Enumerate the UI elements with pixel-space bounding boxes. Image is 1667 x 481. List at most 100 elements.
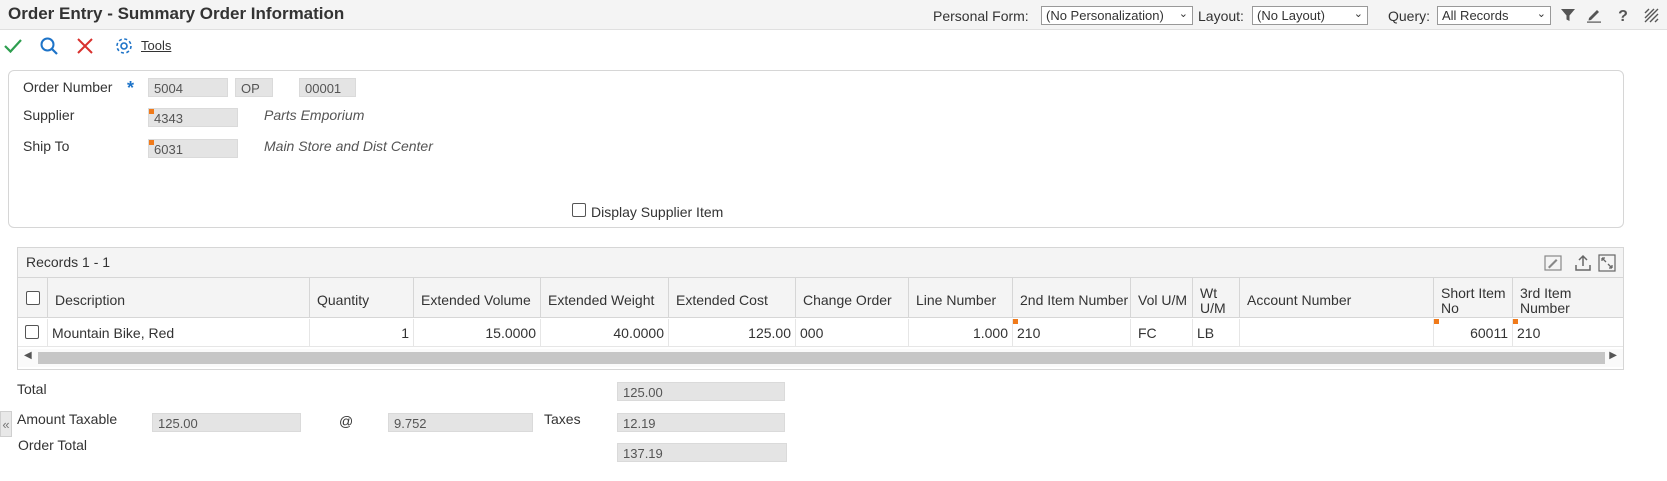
amount-taxable-field: 125.00 (152, 413, 301, 432)
supplier-label: Supplier (23, 107, 75, 123)
order-total-label: Order Total (18, 437, 87, 453)
tools-label[interactable]: Tools (141, 38, 171, 53)
select-all-column (18, 278, 48, 318)
scrollbar-thumb[interactable] (38, 352, 1605, 364)
collapse-panel-icon[interactable]: « (0, 411, 12, 437)
cell-3rd-item-number-value: 210 (1517, 325, 1541, 341)
supplier-field[interactable]: 4343 (148, 108, 238, 127)
cell-extended-volume[interactable]: 15.0000 (414, 319, 541, 347)
col-wt-um[interactable]: Wt U/M (1193, 278, 1240, 318)
cell-change-order[interactable]: 000 (796, 319, 909, 347)
toolbar: Tools (0, 31, 1667, 61)
col-description[interactable]: Description (48, 278, 310, 318)
col-extended-weight[interactable]: Extended Weight (541, 278, 669, 318)
display-supplier-item-label: Display Supplier Item (591, 204, 724, 220)
ship-to-label: Ship To (23, 138, 70, 154)
flag-marker (1013, 319, 1018, 324)
supplier-value: 4343 (154, 111, 183, 126)
col-quantity[interactable]: Quantity (310, 278, 414, 318)
select-all-checkbox[interactable] (25, 291, 40, 305)
cell-quantity[interactable]: 1 (310, 319, 414, 347)
ship-to-field[interactable]: 6031 (148, 139, 238, 158)
grid-toolbar: Records 1 - 1 (18, 248, 1623, 278)
layout-select[interactable]: (No Layout) ⌄ (1252, 6, 1368, 25)
cell-2nd-item-number[interactable]: 210 (1013, 319, 1131, 347)
tax-rate-field: 9.752 (388, 413, 533, 432)
col-short-item-no[interactable]: Short Item No (1434, 278, 1513, 318)
col-extended-volume[interactable]: Extended Volume (414, 278, 541, 318)
personal-form-select[interactable]: (No Personalization) ⌄ (1041, 6, 1193, 25)
cell-description[interactable]: Mountain Bike, Red (48, 319, 310, 347)
search-icon (40, 37, 58, 55)
flag-marker (1434, 319, 1439, 324)
chevron-down-icon: ⌄ (1353, 8, 1363, 20)
ok-button[interactable] (2, 35, 24, 57)
col-2nd-item-number[interactable]: 2nd Item Number (1013, 278, 1131, 318)
cell-3rd-item-number[interactable]: 210 (1513, 319, 1625, 347)
svg-text:?: ? (1618, 8, 1628, 23)
cell-vol-um[interactable]: FC (1131, 319, 1193, 347)
scroll-right-icon[interactable]: ▶ (1609, 350, 1617, 361)
maximize-grid-icon[interactable] (1596, 252, 1618, 274)
col-vol-um[interactable]: Vol U/M (1131, 278, 1193, 318)
edit-icon[interactable] (1584, 5, 1604, 25)
grid-header-row: Description Quantity Extended Volume Ext… (18, 278, 1623, 318)
query-select[interactable]: All Records ⌄ (1437, 6, 1551, 25)
chevron-down-icon: ⌄ (1178, 8, 1188, 20)
taxes-field: 12.19 (617, 413, 785, 432)
export-icon[interactable] (1572, 252, 1594, 274)
tools-button[interactable] (113, 35, 135, 57)
total-label: Total (17, 381, 47, 397)
row-select-checkbox[interactable] (25, 325, 39, 339)
query-label: Query: (1388, 8, 1431, 24)
supplier-name: Parts Emporium (264, 107, 365, 123)
stripes-icon[interactable] (1641, 5, 1661, 25)
flag-marker (149, 109, 154, 114)
cell-account-number[interactable] (1240, 319, 1434, 347)
gear-icon (116, 38, 132, 54)
row-select-cell (18, 319, 48, 347)
cell-short-item-no-value: 60011 (1470, 325, 1508, 341)
order-company-field[interactable]: 00001 (299, 78, 356, 97)
cell-extended-weight[interactable]: 40.0000 (541, 319, 669, 347)
required-indicator: * (127, 78, 135, 98)
order-number-field[interactable]: 5004 (148, 78, 228, 97)
col-line-number[interactable]: Line Number (909, 278, 1013, 318)
records-count: Records 1 - 1 (26, 254, 111, 270)
help-icon[interactable]: ? (1613, 5, 1633, 25)
flag-marker (1513, 319, 1518, 324)
layout-value: (No Layout) (1257, 8, 1325, 23)
close-icon (77, 38, 93, 54)
cell-wt-um[interactable]: LB (1193, 319, 1240, 347)
taxes-label: Taxes (544, 411, 581, 427)
query-value: All Records (1442, 8, 1509, 23)
cancel-button[interactable] (74, 35, 96, 57)
layout-label: Layout: (1198, 8, 1244, 24)
amount-taxable-label: Amount Taxable (17, 411, 118, 427)
detail-grid: Records 1 - 1 Description Quantity Exten… (17, 247, 1624, 370)
scroll-left-icon[interactable]: ◀ (24, 350, 32, 361)
checkmark-icon (4, 39, 22, 54)
at-symbol: @ (339, 413, 354, 429)
order-type-field[interactable]: OP (235, 78, 273, 97)
col-extended-cost[interactable]: Extended Cost (669, 278, 796, 318)
col-change-order[interactable]: Change Order (796, 278, 909, 318)
cell-2nd-item-number-value: 210 (1017, 325, 1041, 341)
personalize-grid-icon[interactable] (1542, 252, 1564, 274)
col-account-number[interactable]: Account Number (1240, 278, 1434, 318)
display-supplier-item-checkbox[interactable] (572, 203, 586, 217)
cell-line-number[interactable]: 1.000 (909, 319, 1013, 347)
table-row[interactable]: Mountain Bike, Red 1 15.0000 40.0000 125… (18, 319, 1623, 347)
filter-icon[interactable] (1558, 5, 1578, 25)
flag-marker (149, 140, 154, 145)
find-button[interactable] (38, 35, 60, 57)
ship-to-name: Main Store and Dist Center (264, 138, 433, 154)
total-field: 125.00 (617, 382, 785, 401)
col-3rd-item-number[interactable]: 3rd Item Number (1513, 278, 1625, 318)
ship-to-value: 6031 (154, 142, 183, 157)
cell-short-item-no[interactable]: 60011 (1434, 319, 1513, 347)
horizontal-scrollbar[interactable]: ◀ ▶ (18, 349, 1623, 367)
cell-extended-cost[interactable]: 125.00 (669, 319, 796, 347)
order-header-panel: Order Number * 5004 OP 00001 Supplier 43… (8, 70, 1624, 228)
page-title: Order Entry - Summary Order Information (8, 4, 345, 23)
